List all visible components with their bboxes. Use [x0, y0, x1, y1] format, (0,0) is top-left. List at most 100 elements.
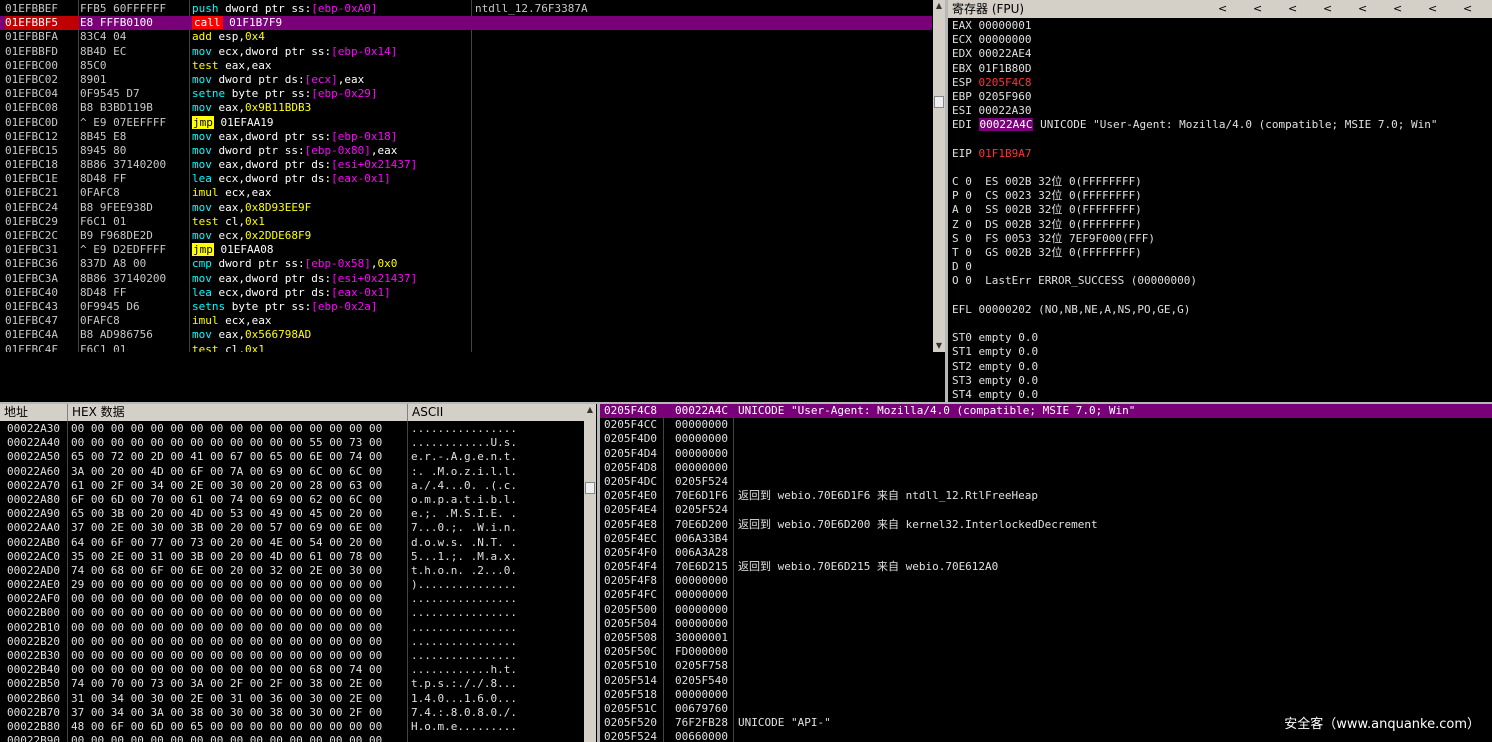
register-line[interactable]: ESP 0205F4C8	[948, 76, 1492, 90]
dump-row[interactable]: 00022B50 74 00 70 00 73 00 3A 00 2F 00 2F…	[0, 677, 584, 691]
dump-hex[interactable]: 00 00 00 00 00 00 00 00 00 00 00 00 00 0…	[71, 606, 382, 620]
stack-row[interactable]: 0205F514 0205F540	[600, 674, 1492, 688]
stack-pane[interactable]: 0205F4C8 00022A4C UNICODE "User-Agent: Moz…	[600, 404, 1492, 742]
scroll-up-icon[interactable]: ▲	[933, 0, 945, 12]
disasm-row[interactable]: 01EFBC40 8D48 FF lea ecx,dword ptr ds:[eax…	[0, 286, 932, 300]
stack-value[interactable]: FD000000	[675, 645, 728, 659]
dump-row[interactable]: 00022AC0 35 00 2E 00 31 00 3B 00 20 00 4D…	[0, 550, 584, 564]
disasm-address[interactable]: 01EFBC1E	[5, 172, 79, 186]
disasm-row[interactable]: 01EFBC2C B9 F968DE2D mov ecx,0x2DDE68F9	[0, 229, 932, 243]
dump-hex[interactable]: 00 00 00 00 00 00 00 00 00 00 00 00 00 0…	[71, 621, 382, 635]
scroll-thumb[interactable]	[585, 482, 595, 494]
stack-value[interactable]: 00000000	[675, 461, 728, 475]
registers-pane[interactable]: 寄存器 (FPU) < < < < < < < < EAX 00000001 ECX 00000…	[948, 0, 1492, 402]
dump-address[interactable]: 00022B10	[7, 621, 60, 635]
dump-hex[interactable]: 37 00 34 00 3A 00 38 00 30 00 38 00 30 0…	[71, 706, 382, 720]
disasm-instruction[interactable]: mov eax,0x566798AD	[192, 328, 470, 342]
dump-address[interactable]: 00022B50	[7, 677, 60, 691]
stack-address[interactable]: 0205F4EC	[604, 532, 657, 546]
dump-address[interactable]: 00022B60	[7, 692, 60, 706]
register-line[interactable]: ST3 empty 0.0	[948, 374, 1492, 388]
dump-hex[interactable]: 65 00 3B 00 20 00 4D 00 53 00 49 00 45 0…	[71, 507, 382, 521]
stack-row[interactable]: 0205F4D8 00000000	[600, 461, 1492, 475]
stack-address[interactable]: 0205F524	[604, 730, 657, 742]
dump-address[interactable]: 00022B80	[7, 720, 60, 734]
stack-address[interactable]: 0205F4FC	[604, 588, 657, 602]
register-line[interactable]	[948, 289, 1492, 303]
disasm-row[interactable]: 01EFBC43 0F9945 D6 setns byte ptr ss:[ebp-…	[0, 300, 932, 314]
dump-row[interactable]: 00022B20 00 00 00 00 00 00 00 00 00 00 00…	[0, 635, 584, 649]
dump-ascii[interactable]: ................	[411, 621, 517, 635]
scroll-down-icon[interactable]: ▼	[933, 340, 945, 352]
disasm-instruction[interactable]: test cl,0x1	[192, 343, 470, 353]
dump-hex[interactable]: 00 00 00 00 00 00 00 00 00 00 00 00 68 0…	[71, 663, 382, 677]
disasm-row[interactable]: 01EFBC29 F6C1 01 test cl,0x1	[0, 215, 932, 229]
disasm-row[interactable]: 01EFBC18 8B86 37140200 mov eax,dword ptr d…	[0, 158, 932, 172]
registers-header[interactable]: 寄存器 (FPU) < < < < < < < <	[948, 0, 1492, 18]
dump-row[interactable]: 00022B30 00 00 00 00 00 00 00 00 00 00 00…	[0, 649, 584, 663]
register-line[interactable]: EDX 00022AE4	[948, 47, 1492, 61]
dump-scrollbar[interactable]: ▲	[584, 404, 596, 742]
stack-address[interactable]: 0205F4F4	[604, 560, 657, 574]
stack-value[interactable]: 30000001	[675, 631, 728, 645]
disassembly-pane[interactable]: 01EFBBEF FFB5 60FFFFFF push dword ptr ss:[…	[0, 0, 932, 352]
disasm-instruction[interactable]: mov eax,dword ptr ds:[esi+0x21437]	[192, 158, 470, 172]
stack-address[interactable]: 0205F4DC	[604, 475, 657, 489]
dump-ascii[interactable]: ............h.t.	[411, 663, 517, 677]
register-value[interactable]: 01F1B9A7	[979, 147, 1032, 160]
register-line[interactable]: EAX 00000001	[948, 19, 1492, 33]
disasm-instruction[interactable]: mov eax,dword ptr ds:[esi+0x21437]	[192, 272, 470, 286]
dump-address[interactable]: 00022B40	[7, 663, 60, 677]
register-line[interactable]: EBP 0205F960	[948, 90, 1492, 104]
dump-row[interactable]: 00022B70 37 00 34 00 3A 00 38 00 30 00 38…	[0, 706, 584, 720]
dump-header-hex[interactable]: HEX 数据	[68, 404, 408, 421]
stack-address[interactable]: 0205F508	[604, 631, 657, 645]
stack-address[interactable]: 0205F4D8	[604, 461, 657, 475]
stack-address[interactable]: 0205F520	[604, 716, 657, 730]
dump-ascii[interactable]: e.;. .M.S.I.E. .	[411, 507, 517, 521]
stack-address[interactable]: 0205F4F8	[604, 574, 657, 588]
dump-address[interactable]: 00022AD0	[7, 564, 60, 578]
dump-hex[interactable]: 00 00 00 00 00 00 00 00 00 00 00 00 00 0…	[71, 422, 382, 436]
dump-address[interactable]: 00022B30	[7, 649, 60, 663]
stack-value[interactable]: 00000000	[675, 603, 728, 617]
disasm-instruction[interactable]: imul ecx,eax	[192, 186, 470, 200]
dump-ascii[interactable]: ............U.s.	[411, 436, 517, 450]
collapse-arrow-icon[interactable]: <	[1323, 0, 1332, 18]
disasm-instruction[interactable]: lea ecx,dword ptr ds:[eax-0x1]	[192, 172, 470, 186]
stack-row[interactable]: 0205F4F8 00000000	[600, 574, 1492, 588]
disasm-address[interactable]: 01EFBC00	[5, 59, 79, 73]
dump-ascii[interactable]: ................	[411, 734, 517, 742]
stack-value[interactable]: 0205F758	[675, 659, 728, 673]
dump-ascii[interactable]: ................	[411, 592, 517, 606]
dump-row[interactable]: 00022A30 00 00 00 00 00 00 00 00 00 00 00…	[0, 422, 584, 436]
stack-address[interactable]: 0205F504	[604, 617, 657, 631]
disasm-address[interactable]: 01EFBBFD	[5, 45, 79, 59]
stack-row[interactable]: 0205F508 30000001	[600, 631, 1492, 645]
dump-ascii[interactable]: d.o.w.s. .N.T. .	[411, 536, 517, 550]
dump-row[interactable]: 00022A70 61 00 2F 00 34 00 2E 00 30 00 20…	[0, 479, 584, 493]
stack-row[interactable]: 0205F4C8 00022A4C UNICODE "User-Agent: Moz…	[600, 404, 1492, 419]
register-line[interactable]: Z 0 DS 002B 32位 0(FFFFFFFF)	[948, 218, 1492, 232]
disasm-row[interactable]: 01EFBC4F F6C1 01 test cl,0x1	[0, 343, 932, 353]
register-line[interactable]: EFL 00000202 (NO,NB,NE,A,NS,PO,GE,G)	[948, 303, 1492, 317]
dump-hex[interactable]: 48 00 6F 00 6D 00 65 00 00 00 00 00 00 0…	[71, 720, 382, 734]
disasm-address[interactable]: 01EFBC36	[5, 257, 79, 271]
disasm-row[interactable]: 01EFBC1E 8D48 FF lea ecx,dword ptr ds:[eax…	[0, 172, 932, 186]
dump-ascii[interactable]: o.m.p.a.t.i.b.l.	[411, 493, 517, 507]
disasm-instruction[interactable]: add esp,0x4	[192, 30, 470, 44]
register-line[interactable]: ECX 00000000	[948, 33, 1492, 47]
disasm-row[interactable]: 01EFBC4A B8 AD986756 mov eax,0x566798AD	[0, 328, 932, 342]
stack-value[interactable]: 0205F524	[675, 503, 728, 517]
dump-hex[interactable]: 64 00 6F 00 77 00 73 00 20 00 4E 00 54 0…	[71, 536, 382, 550]
dump-hex[interactable]: 65 00 72 00 2D 00 41 00 67 00 65 00 6E 0…	[71, 450, 382, 464]
dump-hex[interactable]: 61 00 2F 00 34 00 2E 00 30 00 20 00 28 0…	[71, 479, 382, 493]
disasm-address[interactable]: 01EFBBEF	[5, 2, 79, 16]
dump-row[interactable]: 00022AD0 74 00 68 00 6F 00 6E 00 20 00 32…	[0, 564, 584, 578]
dump-header-address[interactable]: 地址	[0, 404, 68, 421]
dump-hex[interactable]: 00 00 00 00 00 00 00 00 00 00 00 00 55 0…	[71, 436, 382, 450]
stack-row[interactable]: 0205F4DC 0205F524	[600, 475, 1492, 489]
dump-ascii[interactable]: 5...1.;. .M.a.x.	[411, 550, 517, 564]
disasm-address[interactable]: 01EFBC31	[5, 243, 79, 257]
disasm-instruction[interactable]: test cl,0x1	[192, 215, 470, 229]
